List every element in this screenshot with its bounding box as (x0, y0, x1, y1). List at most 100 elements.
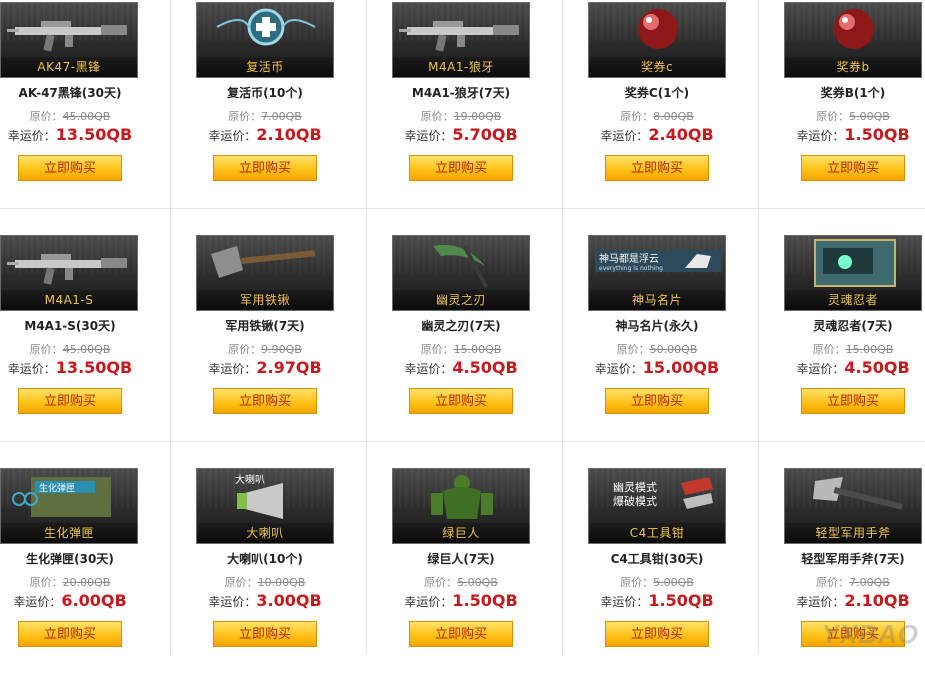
product-name[interactable]: 复活币(10个) (196, 84, 334, 101)
buy-now-button[interactable]: 立即购买 (605, 388, 709, 414)
scythe-thumbnail[interactable]: 幽灵之刃 (392, 235, 530, 311)
original-price: 原价：5.00QB (784, 108, 922, 124)
ammo-box-icon: 生化弹匣 (12, 477, 111, 517)
product-card: 奖券c 奖券C(1个) 原价：8.00QB 幸运价：2.40QB 立即购买 (588, 0, 783, 233)
hatchet-thumbnail[interactable]: 轻型军用手斧 (784, 468, 922, 544)
name-card-thumbnail[interactable]: 神马都是浮云 everything is nothing 神马名片 (588, 235, 726, 311)
ticket-orb-thumbnail[interactable]: 奖券b (784, 2, 922, 78)
product-name[interactable]: C4工具钳(30天) (588, 550, 726, 567)
original-price-value: 9.90QB (261, 343, 302, 356)
column-divider (170, 0, 171, 654)
product-name[interactable]: 大喇叭(10个) (196, 550, 334, 567)
lucky-price-value: 1.50QB (844, 125, 910, 144)
svg-text:everything is nothing: everything is nothing (599, 265, 663, 272)
buy-now-button[interactable]: 立即购买 (605, 621, 709, 647)
site-watermark: YXBAO (821, 619, 919, 649)
product-name[interactable]: M4A1-S(30天) (0, 317, 140, 334)
product-name[interactable]: 轻型军用手斧(7天) (784, 550, 922, 567)
buy-now-button[interactable]: 立即购买 (605, 155, 709, 181)
lucky-price-label: 幸运价： (594, 362, 643, 376)
svg-text:生化弹匣: 生化弹匣 (39, 482, 75, 494)
buy-now-button[interactable]: 立即购买 (213, 621, 317, 647)
lucky-price-value: 2.10QB (844, 591, 910, 610)
buy-now-button[interactable]: 立即购买 (18, 388, 122, 414)
svg-text:神马都是浮云: 神马都是浮云 (599, 252, 659, 265)
product-name[interactable]: 神马名片(永久) (588, 317, 726, 334)
product-name[interactable]: 奖券B(1个) (784, 84, 922, 101)
buy-now-button[interactable]: 立即购买 (18, 155, 122, 181)
lucky-price-label: 幸运价： (13, 595, 62, 609)
buy-now-button[interactable]: 立即购买 (801, 155, 905, 181)
thumbnail-caption: AK47-黑锋 (1, 57, 137, 77)
rifle-thumbnail[interactable]: AK47-黑锋 (0, 2, 138, 78)
rifle-thumbnail[interactable]: M4A1-狼牙 (392, 2, 530, 78)
lucky-price-value: 1.50QB (452, 591, 518, 610)
lucky-price-value: 4.50QB (844, 358, 910, 377)
lucky-price: 幸运价：1.50QB (784, 125, 922, 144)
lucky-price-value: 5.70QB (452, 125, 518, 144)
original-price: 原价：5.00QB (588, 574, 726, 590)
original-price: 原价：20.00QB (0, 574, 140, 590)
lucky-price-value: 2.40QB (648, 125, 714, 144)
buy-now-button[interactable]: 立即购买 (409, 155, 513, 181)
original-price-label: 原价： (616, 343, 650, 356)
buy-now-button[interactable]: 立即购买 (801, 388, 905, 414)
product-name[interactable]: 灵魂忍者(7天) (784, 317, 922, 334)
lucky-price: 幸运价：6.00QB (0, 591, 140, 610)
lucky-price-label: 幸运价： (796, 595, 845, 609)
revive-coin-thumbnail[interactable]: 复活币 (196, 2, 334, 78)
shovel-icon (211, 246, 316, 278)
product-name[interactable]: AK-47黑锋(30天) (0, 84, 140, 101)
lucky-price: 幸运价：13.50QB (0, 125, 140, 144)
original-price-value: 15.00QB (453, 343, 502, 356)
svg-text:幽灵模式: 幽灵模式 (613, 481, 657, 494)
ammo-box-thumbnail[interactable]: 生化弹匣 生化弹匣 (0, 468, 138, 544)
ticket-orb-thumbnail[interactable]: 奖券c (588, 2, 726, 78)
ninja-card-icon (814, 239, 896, 287)
shovel-thumbnail[interactable]: 军用铁锹 (196, 235, 334, 311)
original-price-label: 原价： (228, 110, 262, 123)
lucky-price-value: 13.50QB (55, 358, 133, 377)
original-price: 原价：50.00QB (588, 341, 726, 357)
hatchet-icon (813, 477, 903, 510)
rifle-thumbnail[interactable]: M4A1-S (0, 235, 138, 311)
lucky-price-value: 4.50QB (452, 358, 518, 377)
megaphone-thumbnail[interactable]: 大喇叭 大喇叭 (196, 468, 334, 544)
lucky-price-value: 6.00QB (61, 591, 127, 610)
product-card: 幽灵之刃 幽灵之刃(7天) 原价：15.00QB 幸运价：4.50QB 立即购买 (392, 233, 587, 466)
buy-now-button[interactable]: 立即购买 (213, 388, 317, 414)
buy-now-button[interactable]: 立即购买 (409, 621, 513, 647)
product-name[interactable]: 生化弹匣(30天) (0, 550, 140, 567)
pliers-thumbnail[interactable]: 幽灵模式 爆破模式 C4工具钳 (588, 468, 726, 544)
product-card: M4A1-狼牙 M4A1-狼牙(7天) 原价：19.00QB 幸运价：5.70QB 立即… (392, 0, 587, 233)
product-name[interactable]: 奖券C(1个) (588, 84, 726, 101)
lucky-price-label: 幸运价： (404, 129, 453, 143)
product-name[interactable]: M4A1-狼牙(7天) (392, 84, 530, 101)
buy-now-button[interactable]: 立即购买 (409, 388, 513, 414)
ninja-card-thumbnail[interactable]: 灵魂忍者 (784, 235, 922, 311)
original-price-value: 45.00QB (62, 110, 111, 123)
buy-now-button[interactable]: 立即购买 (18, 621, 122, 647)
pliers-icon: 幽灵模式 爆破模式 (613, 477, 713, 509)
original-price-value: 5.00QB (849, 110, 890, 123)
product-card: 复活币 复活币(10个) 原价：7.00QB 幸运价：2.10QB 立即购买 (196, 0, 391, 233)
green-giant-thumbnail[interactable]: 绿巨人 (392, 468, 530, 544)
lucky-price-value: 15.00QB (642, 358, 720, 377)
thumbnail-caption: 军用铁锹 (197, 290, 333, 310)
rifle-icon (7, 21, 127, 52)
original-price-label: 原价： (816, 110, 850, 123)
buy-now-button[interactable]: 立即购买 (213, 155, 317, 181)
lucky-price: 幸运价：15.00QB (588, 358, 726, 377)
lucky-price: 幸运价：2.40QB (588, 125, 726, 144)
product-name[interactable]: 军用铁锹(7天) (196, 317, 334, 334)
product-card: 轻型军用手斧 轻型军用手斧(7天) 原价：7.00QB 幸运价：2.10QB 立即购买 (784, 466, 925, 699)
product-name[interactable]: 幽灵之刃(7天) (392, 317, 530, 334)
product-card: 军用铁锹 军用铁锹(7天) 原价：9.90QB 幸运价：2.97QB 立即购买 (196, 233, 391, 466)
product-name[interactable]: 绿巨人(7天) (392, 550, 530, 567)
lucky-price: 幸运价：2.97QB (196, 358, 334, 377)
lucky-price: 幸运价：3.00QB (196, 591, 334, 610)
original-price: 原价：5.00QB (392, 574, 530, 590)
product-card: 绿巨人 绿巨人(7天) 原价：5.00QB 幸运价：1.50QB 立即购买 (392, 466, 587, 699)
thumbnail-caption: 生化弹匣 (1, 523, 137, 543)
name-card-icon: 神马都是浮云 everything is nothing (595, 250, 721, 272)
